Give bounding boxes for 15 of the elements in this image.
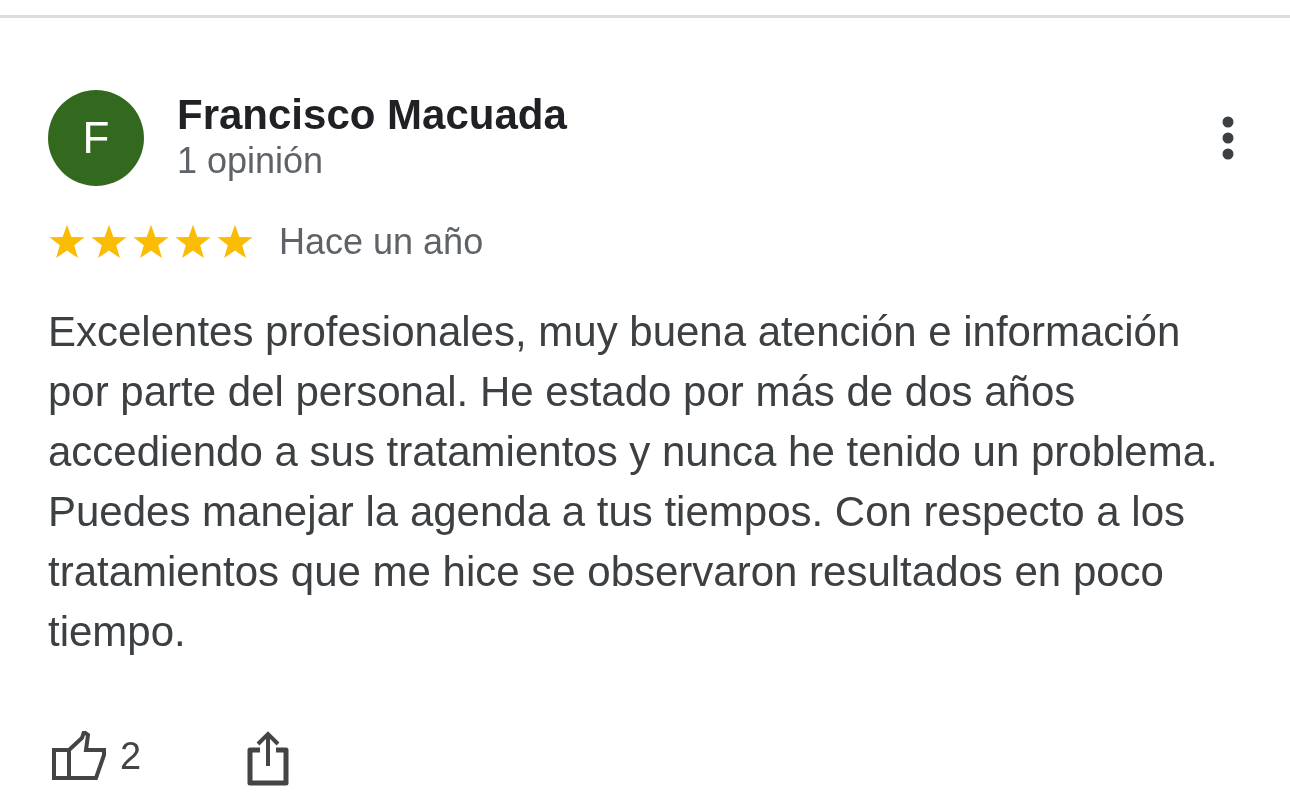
share-button[interactable] [247, 730, 290, 786]
filled-star-icon [216, 224, 254, 260]
review-count: 1 opinión [177, 140, 325, 182]
thumbs-up-icon [52, 731, 106, 781]
share-icon [247, 730, 290, 786]
review-time: Hace un año [279, 222, 484, 262]
more-vertical-icon [1222, 116, 1234, 160]
like-button[interactable]: 2 [52, 731, 142, 781]
avatar: F [48, 90, 144, 186]
filled-star-icon [174, 224, 212, 260]
filled-star-icon [48, 224, 86, 260]
filled-star-icon [90, 224, 128, 260]
review-text: Excelentes profesionales, muy buena atención e información por parte del personal. He estado por más de dos años accediendo a sus tratamientos y nunca he tenido un problema. Puedes manejar la agenda a tus tiempos. Con respecto a los tratamientos que me hice se observaron resultados en poco tiempo. [48, 307, 1219, 657]
reviewer-name[interactable]: Francisco Macuada [177, 92, 567, 138]
filled-star-icon [132, 224, 170, 260]
